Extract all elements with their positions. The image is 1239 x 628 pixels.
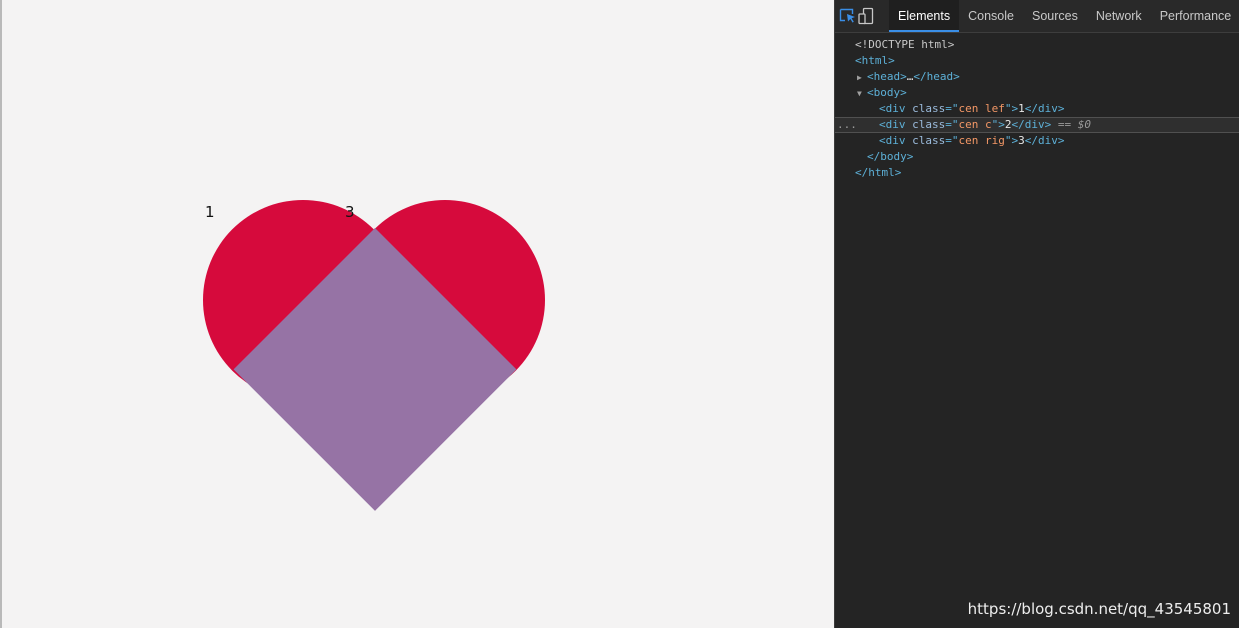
devtools-panel: Elements Console Sources Network Perform… xyxy=(834,0,1239,628)
row-more-icon[interactable]: ... xyxy=(837,118,857,132)
div-label-3: 3 xyxy=(345,203,355,221)
dom-node-doctype[interactable]: <!DOCTYPE html> xyxy=(835,37,1239,53)
device-toolbar-icon[interactable] xyxy=(857,0,875,32)
inspect-element-icon[interactable] xyxy=(839,0,857,32)
dom-node-html[interactable]: <html> xyxy=(835,53,1239,69)
dom-node-body-close[interactable]: </body> xyxy=(835,149,1239,165)
selected-node-marker: == $0 xyxy=(1057,118,1091,131)
dom-node-html-close[interactable]: </html> xyxy=(835,165,1239,181)
collapse-triangle-icon[interactable]: ▼ xyxy=(857,86,867,102)
dom-node-div-selected[interactable]: ... <div class="cen c">2</div> == $0 xyxy=(835,117,1239,133)
devtools-toolbar: Elements Console Sources Network Perform… xyxy=(835,0,1239,33)
tab-elements[interactable]: Elements xyxy=(889,0,960,32)
page-viewport: 1 3 xyxy=(0,0,834,628)
dom-node-body[interactable]: ▼ <body> xyxy=(835,85,1239,101)
dom-node-head[interactable]: ▶ <head>…</head> xyxy=(835,69,1239,85)
tab-sources[interactable]: Sources xyxy=(1023,0,1087,32)
tab-console[interactable]: Console xyxy=(959,0,1023,32)
expand-triangle-icon[interactable]: ▶ xyxy=(857,70,867,86)
screen: 1 3 Elements Console Sources Network Per… xyxy=(0,0,1239,628)
dom-tree: <!DOCTYPE html> <html> ▶ <head>…</head> ▼… xyxy=(835,33,1239,181)
tab-network[interactable]: Network xyxy=(1087,0,1151,32)
dom-node-div[interactable]: <div class="cen lef">1</div> xyxy=(835,101,1239,117)
tab-performance[interactable]: Performance xyxy=(1151,0,1239,32)
watermark: https://blog.csdn.net/qq_43545801 xyxy=(967,600,1231,618)
dom-node-div[interactable]: <div class="cen rig">3</div> xyxy=(835,133,1239,149)
div-label-1: 1 xyxy=(205,203,215,221)
